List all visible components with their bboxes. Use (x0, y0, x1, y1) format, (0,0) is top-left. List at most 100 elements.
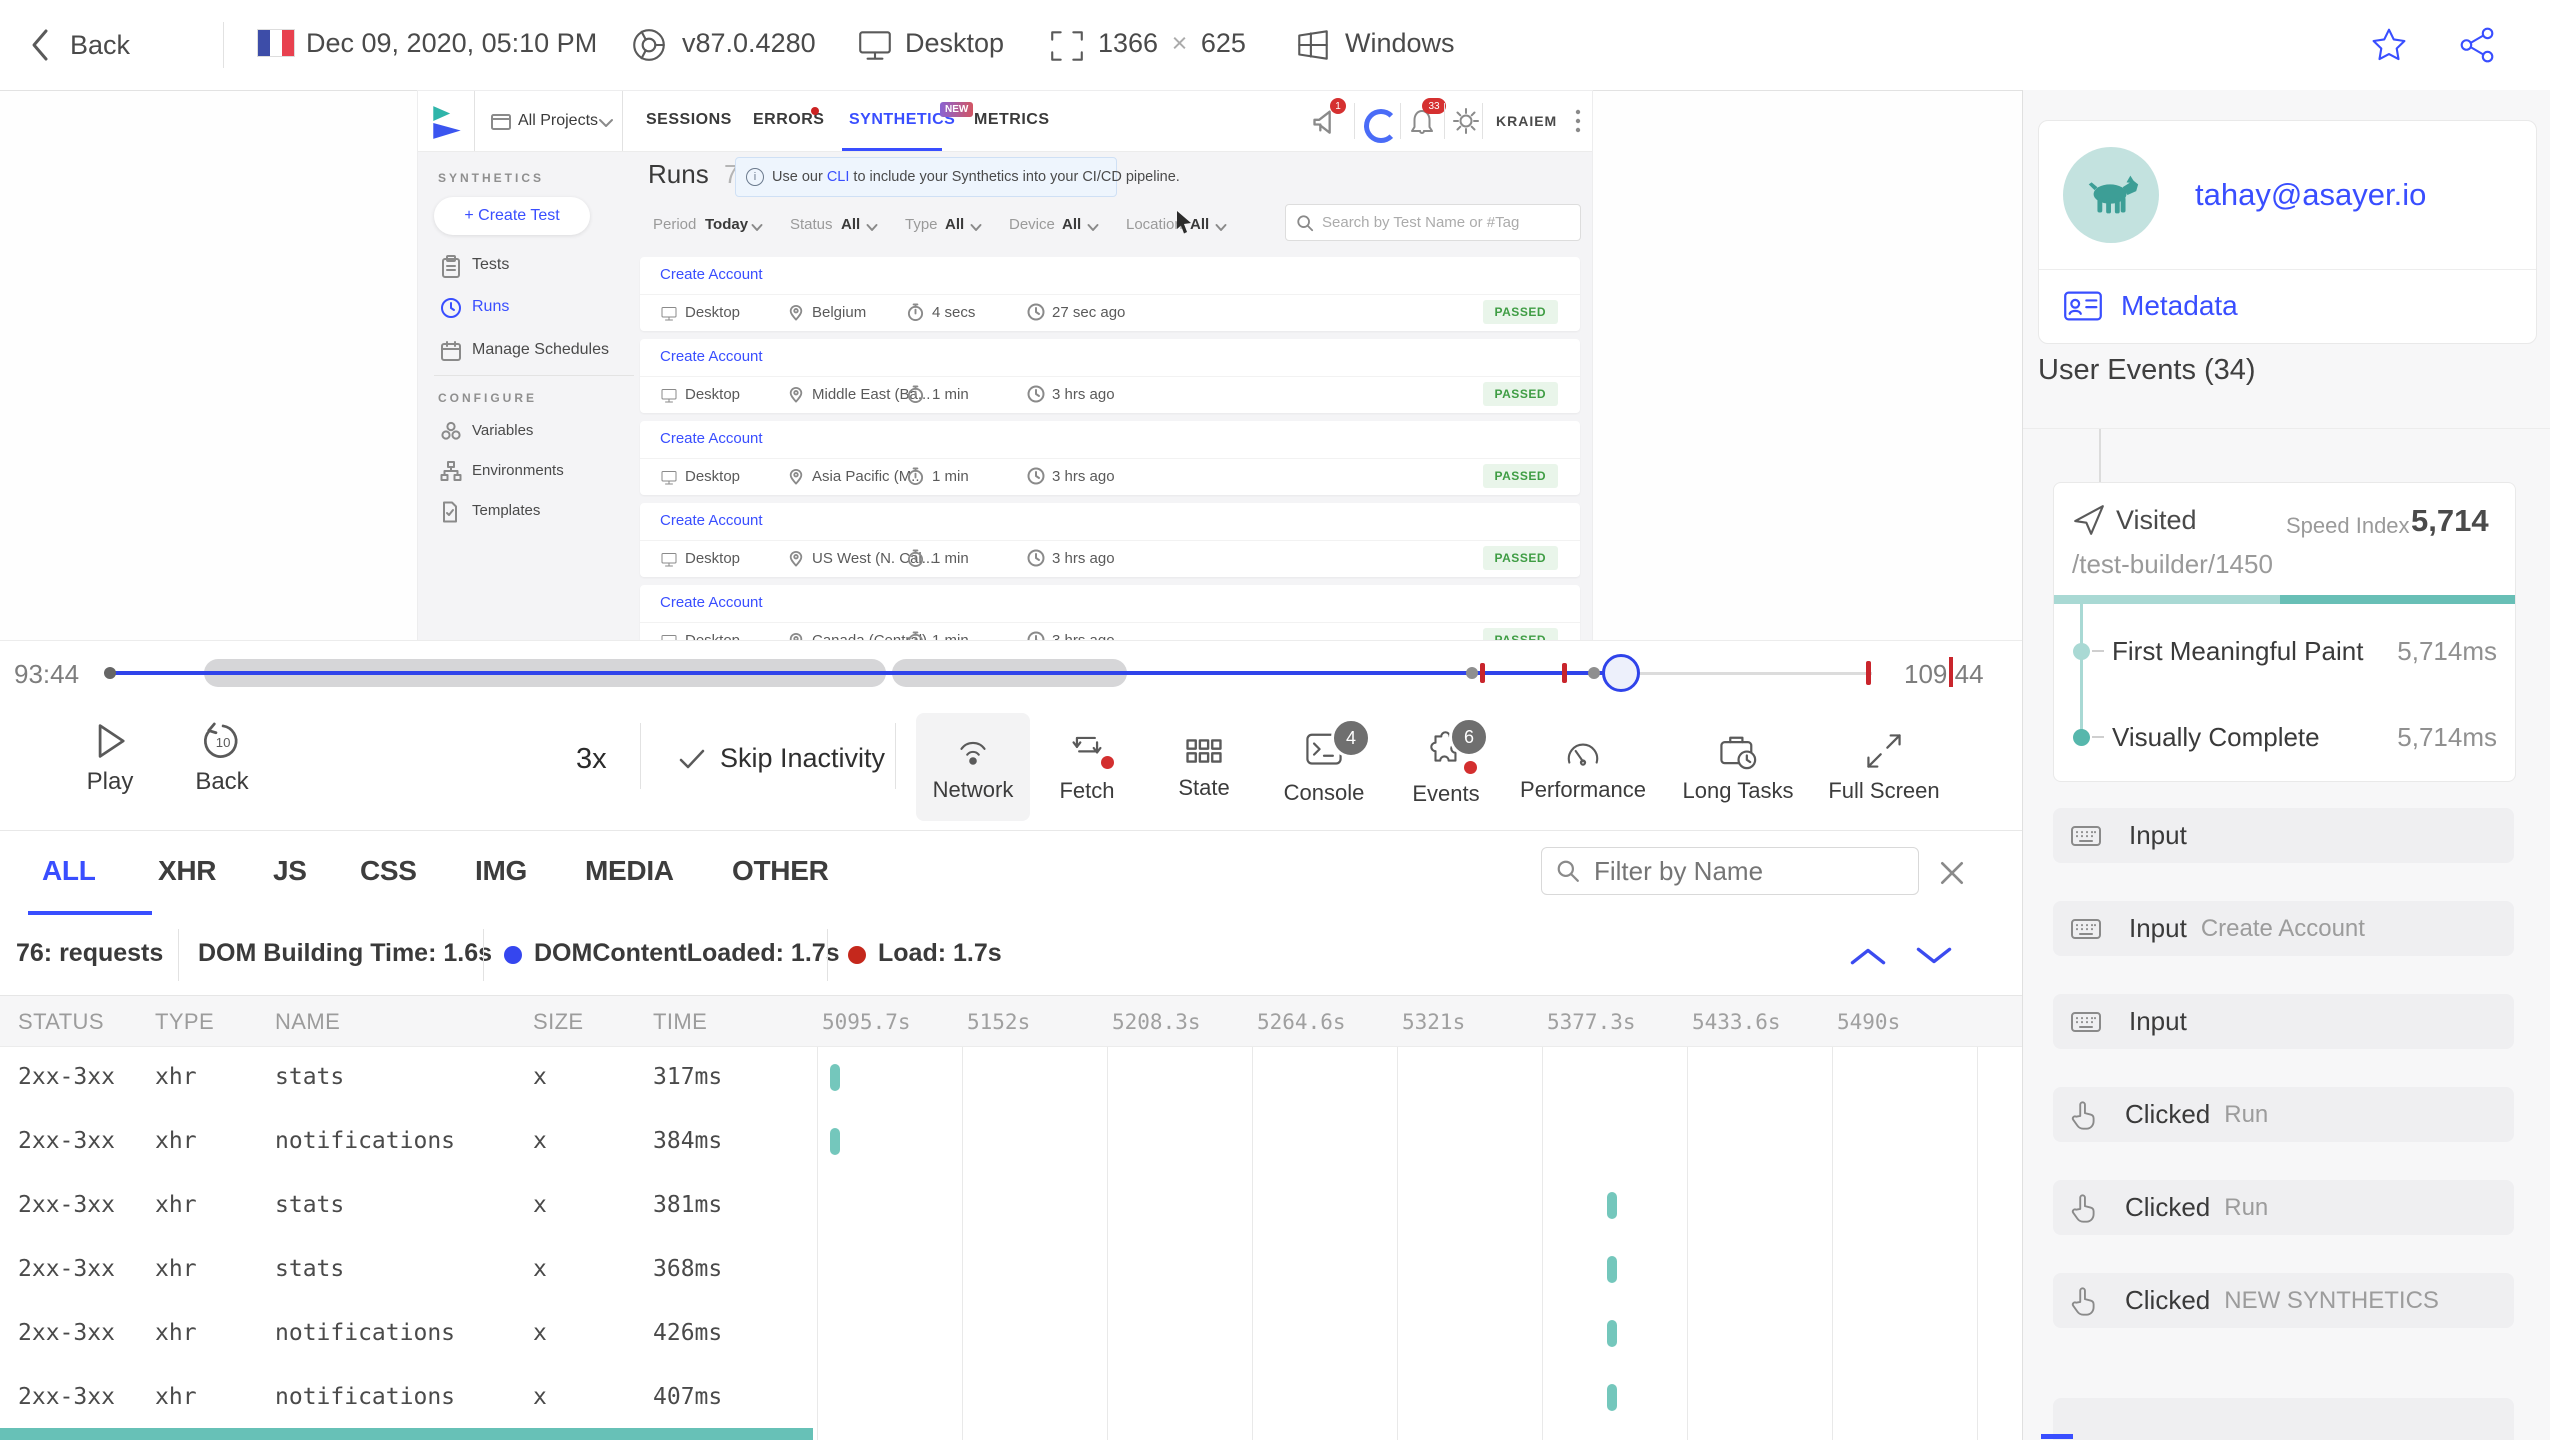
chevron-down-icon (970, 224, 982, 231)
panel-button-events[interactable]: 6 Events (1390, 713, 1502, 821)
run-duration: 4 secs (932, 304, 976, 321)
waterfall-bar (830, 1128, 840, 1155)
filter-input-wrap (1541, 847, 1919, 895)
sidebar-item-environments: Environments (472, 462, 564, 479)
replay-search-input: Search by Test Name or #Tag (1285, 204, 1581, 241)
share-icon[interactable] (2458, 26, 2496, 64)
event-card-input[interactable]: Input Create Account (2053, 901, 2514, 956)
time-col: 5208.3s (1112, 1010, 1201, 1034)
network-icon (960, 741, 986, 765)
horizontal-scrollbar[interactable] (0, 1428, 813, 1440)
event-card-clicked[interactable]: Clicked NEW SYNTHETICS (2053, 1273, 2514, 1328)
close-panel-icon[interactable] (1938, 859, 1966, 887)
tab-js[interactable]: JS (273, 855, 307, 887)
request-row[interactable]: 2xx-3xx xhr stats x 368ms (0, 1237, 2022, 1301)
run-ago: 3 hrs ago (1052, 386, 1115, 403)
chevron-down-icon (751, 224, 763, 231)
tick (2092, 736, 2104, 738)
replay-sidebar-section-configure: CONFIGURE (438, 391, 537, 405)
click-hand-icon (2071, 1286, 2095, 1316)
play-button[interactable]: Play (70, 719, 150, 796)
jump-next-icon[interactable] (1914, 943, 1954, 969)
fetch-alert-dot (1101, 756, 1114, 769)
filter-status-label: Status (790, 216, 833, 233)
chevron-down-icon (1215, 224, 1227, 231)
timeline-progress[interactable] (110, 671, 1620, 675)
run-row: Create Account Desktop Canada (Central) … (640, 585, 1580, 640)
back-10s-button[interactable]: 10 Back (182, 719, 262, 796)
col-name: NAME (275, 1009, 341, 1034)
event-marker[interactable] (1466, 667, 1478, 679)
chevron-left-icon (32, 29, 48, 61)
cell-status: 2xx-3xx (18, 1320, 115, 1346)
session-info-sidebar: tahay@asayer.io Metadata User Events (34… (2022, 90, 2550, 1440)
request-row[interactable]: 2xx-3xx xhr stats x 381ms (0, 1173, 2022, 1237)
request-row[interactable]: 2xx-3xx xhr notifications x 384ms (0, 1109, 2022, 1173)
event-card-clicked[interactable]: Clicked Run (2053, 1087, 2514, 1142)
events-count-badge: 6 (1449, 717, 1489, 757)
cell-size: x (533, 1128, 547, 1154)
run-name: Create Account (660, 266, 763, 283)
errors-dot (811, 107, 819, 115)
schedules-calendar-icon (441, 341, 461, 361)
tab-media[interactable]: MEDIA (585, 855, 674, 887)
event-card-clicked[interactable]: Clicked Run (2053, 1180, 2514, 1235)
divider (178, 929, 179, 981)
cell-time: 317ms (653, 1064, 723, 1090)
cli-banner: i Use our CLI to include your Synthetics… (735, 157, 1180, 197)
divider (1400, 103, 1401, 139)
event-marker[interactable] (1588, 667, 1600, 679)
cli-banner-text: Use our CLI to include your Synthetics i… (772, 169, 1180, 185)
panel-button-network[interactable]: Network (916, 713, 1030, 821)
tab-other[interactable]: OTHER (732, 855, 829, 887)
tab-img[interactable]: IMG (475, 855, 527, 887)
timeline-remaining[interactable] (1620, 672, 1872, 675)
visited-event-card[interactable]: Visited Speed Index 5,714 /test-builder/… (2053, 482, 2516, 782)
favorite-star-icon[interactable] (2370, 26, 2408, 64)
cell-time: 407ms (653, 1384, 723, 1410)
full-screen-icon (1867, 733, 1901, 768)
request-row[interactable]: 2xx-3xx xhr stats x 317ms (0, 1045, 2022, 1109)
speed-toggle[interactable]: 3x (576, 743, 607, 776)
jump-prev-icon[interactable] (1848, 943, 1888, 969)
player-controls: Play 10 Back 3x Skip Inactivity Network (0, 705, 2022, 831)
panel-button-full-screen[interactable]: Full Screen (1816, 713, 1952, 821)
event-card-partial[interactable] (2053, 1398, 2514, 1440)
timeline-scrubber[interactable] (1602, 654, 1640, 692)
chrome-icon (633, 29, 665, 61)
tab-all[interactable]: ALL (42, 855, 96, 887)
run-status-badge: PASSED (1482, 628, 1558, 640)
vc-label: Visually Complete (2112, 722, 2320, 752)
request-row[interactable]: 2xx-3xx xhr notifications x 426ms (0, 1301, 2022, 1365)
skip-inactivity-toggle[interactable]: Skip Inactivity (678, 743, 885, 774)
event-card-input[interactable]: Input (2053, 994, 2514, 1049)
filter-by-name-input[interactable] (1592, 854, 1896, 888)
replay-cursor-icon (1177, 211, 1191, 234)
tab-xhr[interactable]: XHR (158, 855, 217, 887)
cell-type: xhr (155, 1064, 197, 1090)
user-card: tahay@asayer.io Metadata (2038, 120, 2537, 344)
cell-name: stats (275, 1064, 345, 1090)
panel-button-console[interactable]: 4 Console (1266, 713, 1382, 821)
request-row[interactable]: 2xx-3xx xhr notifications x 407ms (0, 1365, 2022, 1429)
panel-button-state[interactable]: State (1149, 713, 1259, 821)
waterfall-bar (1607, 1320, 1617, 1347)
tab-css[interactable]: CSS (360, 855, 417, 887)
back-button[interactable]: Back (28, 24, 130, 66)
divider (640, 723, 641, 789)
user-email-link[interactable]: tahay@asayer.io (2195, 177, 2426, 213)
issue-marker-end (1866, 661, 1871, 685)
panel-button-fetch[interactable]: Fetch (1032, 713, 1142, 821)
panel-button-performance[interactable]: Performance (1513, 713, 1653, 821)
issue-marker[interactable] (1480, 663, 1485, 683)
run-row: Create Account Desktop Middle East (Ba..… (640, 339, 1580, 413)
issue-marker[interactable] (1562, 663, 1567, 683)
search-icon (1297, 214, 1314, 231)
metadata-button[interactable]: Metadata (2063, 289, 2238, 323)
event-card-input[interactable]: Input (2053, 808, 2514, 863)
performance-gauge-icon (1567, 743, 1599, 766)
chevron-down-icon (599, 119, 613, 127)
panel-button-long-tasks[interactable]: Long Tasks (1668, 713, 1808, 821)
cell-size: x (533, 1384, 547, 1410)
cell-size: x (533, 1192, 547, 1218)
